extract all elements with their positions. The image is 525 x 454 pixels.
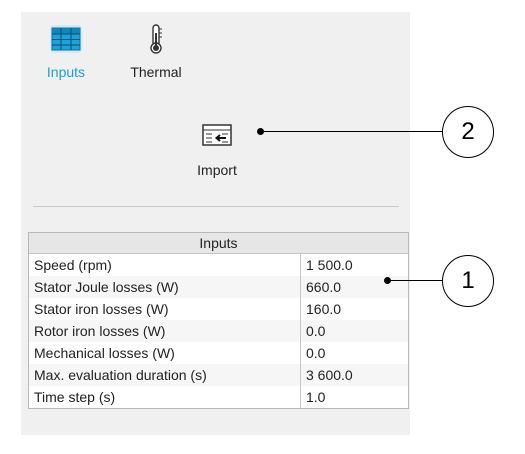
table-row[interactable]: Stator Joule losses (W) 660.0 (29, 276, 408, 298)
divider (33, 206, 399, 207)
import-label: Import (197, 162, 237, 178)
row-value[interactable]: 1.0 (301, 386, 409, 408)
row-label: Max. evaluation duration (s) (29, 364, 301, 386)
table-row[interactable]: Mechanical losses (W) 0.0 (29, 342, 408, 364)
row-label: Time step (s) (29, 386, 301, 408)
table-header: Inputs (29, 233, 408, 254)
row-label: Rotor iron losses (W) (29, 320, 301, 342)
table-row[interactable]: Speed (rpm) 1 500.0 (29, 253, 409, 277)
row-value[interactable]: 160.0 (301, 298, 409, 320)
row-value[interactable]: 3 600.0 (300, 364, 408, 386)
table-row[interactable]: Rotor iron losses (W) 0.0 (29, 320, 408, 342)
inputs-panel: Inputs Thermal Import Inputs Speed (rpm)… (21, 12, 410, 435)
callout-2-marker: 2 (442, 106, 494, 158)
row-value[interactable]: 0.0 (300, 320, 408, 342)
thermal-tool-button[interactable]: Thermal (119, 23, 193, 80)
table-row[interactable]: Max. evaluation duration (s) 3 600.0 (29, 364, 408, 386)
callout-2-number: 2 (461, 118, 475, 145)
import-arrow-icon (200, 122, 234, 154)
row-value[interactable]: 1 500.0 (301, 254, 409, 277)
callout-1-number: 1 (461, 267, 475, 294)
table-row[interactable]: Time step (s) 1.0 (29, 386, 408, 408)
thermal-tool-label: Thermal (130, 64, 182, 80)
inputs-tool-label: Inputs (46, 64, 86, 80)
row-label: Stator iron losses (W) (29, 298, 301, 320)
inputs-tool-button[interactable]: Inputs (35, 23, 97, 80)
row-label: Stator Joule losses (W) (29, 276, 301, 298)
inputs-table: Inputs Speed (rpm) 1 500.0 Stator Joule … (28, 232, 409, 409)
row-label: Speed (rpm) (29, 253, 301, 276)
table-grid-icon (47, 23, 85, 55)
callout-2-leader-line (261, 131, 443, 132)
callout-1-leader-line (388, 280, 443, 281)
row-label: Mechanical losses (W) (29, 342, 301, 364)
row-value[interactable]: 0.0 (301, 342, 409, 364)
thermometer-icon (146, 23, 166, 55)
callout-1-marker: 1 (442, 255, 494, 307)
import-button[interactable]: Import (186, 122, 248, 178)
table-row[interactable]: Stator iron losses (W) 160.0 (29, 298, 408, 320)
